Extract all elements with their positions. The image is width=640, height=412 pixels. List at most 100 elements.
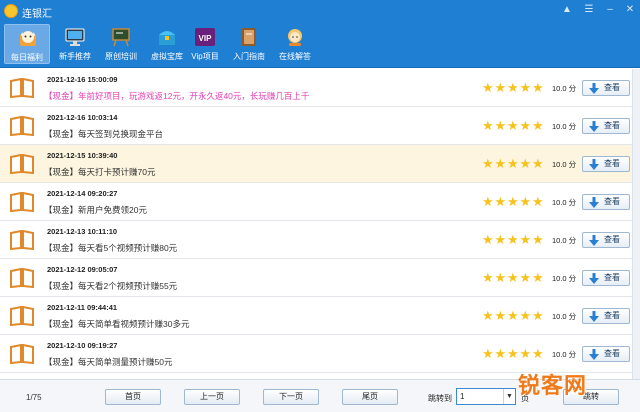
monitor-icon [65, 28, 85, 46]
tab-label: 新手推荐 [59, 52, 91, 61]
download-icon [589, 159, 599, 170]
list-item[interactable]: 2021-12-14 09:20:27 【现金】新用户免费领20元 ★★★★★ … [0, 183, 632, 221]
page-indicator: 1/75 [26, 393, 42, 402]
tab-newbie-recommend[interactable]: 新手推荐 [52, 24, 98, 64]
star-icon: ★ [532, 346, 544, 361]
item-title[interactable]: 【现金】新用户免费领20元 [44, 204, 147, 216]
list-item[interactable]: 2021-12-15 10:39:40 【现金】每天打卡预计赚70元 ★★★★★… [0, 145, 632, 183]
rating-stars: ★★★★★ [482, 347, 545, 361]
tab-vip-projects[interactable]: VIP Vip项目 [182, 24, 228, 64]
chevron-down-icon[interactable]: ▼ [503, 389, 515, 404]
star-icon: ★ [519, 156, 532, 171]
prev-page-button[interactable]: 上一页 [184, 389, 240, 405]
list-item[interactable]: 2021-12-16 15:00:09 【现金】年前好项目，玩游戏返12元，开永… [0, 69, 632, 107]
rating-stars: ★★★★★ [482, 81, 545, 95]
tab-label: 每日福利 [11, 53, 43, 62]
open-book-icon [10, 116, 34, 136]
star-icon: ★ [494, 194, 507, 209]
rating-stars: ★★★★★ [482, 157, 545, 171]
page-select-value: 1 [460, 392, 465, 401]
star-icon: ★ [494, 270, 507, 285]
item-date: 2021-12-16 10:03:14 [47, 113, 118, 122]
close-button[interactable]: ✕ [623, 3, 637, 17]
item-score: 10.0 分 [552, 84, 577, 93]
view-button[interactable]: 查看 [582, 308, 630, 324]
project-list: 2021-12-16 15:00:09 【现金】年前好项目，玩游戏返12元，开永… [0, 69, 632, 379]
minimize-button[interactable]: – [603, 3, 617, 17]
star-icon: ★ [482, 308, 494, 323]
tab-beginner-guide[interactable]: 入门指南 [226, 24, 272, 64]
view-label: 查看 [604, 197, 620, 206]
menu-icon[interactable]: ☰ [582, 3, 596, 17]
view-button[interactable]: 查看 [582, 270, 630, 286]
tab-label: 入门指南 [233, 52, 265, 61]
skin-icon[interactable]: ▲ [560, 3, 574, 17]
rating-stars: ★★★★★ [482, 309, 545, 323]
vip-badge-icon: VIP [195, 28, 215, 46]
view-button[interactable]: 查看 [582, 346, 630, 362]
list-item[interactable]: 2021-12-13 10:11:10 【现金】每天看5个视频预计赚80元 ★★… [0, 221, 632, 259]
page-select[interactable]: 1 ▼ [456, 388, 516, 405]
last-page-button[interactable]: 尾页 [342, 389, 398, 405]
star-icon: ★ [482, 80, 494, 95]
star-icon: ★ [507, 80, 519, 95]
star-icon: ★ [507, 232, 519, 247]
item-date: 2021-12-16 15:00:09 [47, 75, 118, 84]
item-title[interactable]: 【现金】每天简单看视频预计赚30多元 [44, 318, 189, 330]
title-bar: 连银汇 ▲ ☰ – ✕ [0, 0, 640, 22]
open-book-icon [10, 230, 34, 250]
cat-gift-icon [20, 31, 36, 46]
view-label: 查看 [604, 121, 620, 130]
view-button[interactable]: 查看 [582, 194, 630, 210]
item-title[interactable]: 【现金】每天看5个视频预计赚80元 [44, 242, 177, 254]
star-icon: ★ [507, 194, 519, 209]
view-label: 查看 [604, 235, 620, 244]
star-icon: ★ [519, 194, 532, 209]
guide-book-icon [242, 28, 256, 46]
item-title[interactable]: 【现金】每天签到兑换现金平台 [44, 128, 163, 140]
list-scrollbar[interactable] [632, 69, 640, 379]
list-item[interactable]: 2021-12-12 09:05:07 【现金】每天看2个视频预计赚55元 ★★… [0, 259, 632, 297]
tab-original-training[interactable]: 原创培训 [98, 24, 144, 64]
view-label: 查看 [604, 273, 620, 282]
item-title[interactable]: 【现金】每天打卡预计赚70元 [44, 166, 155, 178]
view-button[interactable]: 查看 [582, 80, 630, 96]
star-icon: ★ [519, 232, 532, 247]
tab-label: 原创培训 [105, 52, 137, 61]
open-book-icon [10, 78, 34, 98]
watermark-logo: 锐客网 [518, 373, 588, 398]
star-icon: ★ [519, 346, 532, 361]
view-button[interactable]: 查看 [582, 156, 630, 172]
view-button[interactable]: 查看 [582, 232, 630, 248]
item-title[interactable]: 【现金】每天看2个视频预计赚55元 [44, 280, 177, 292]
next-page-button[interactable]: 下一页 [263, 389, 319, 405]
star-icon: ★ [532, 80, 544, 95]
star-icon: ★ [532, 308, 544, 323]
star-icon: ★ [532, 156, 544, 171]
first-page-button[interactable]: 首页 [105, 389, 161, 405]
item-score: 10.0 分 [552, 122, 577, 131]
item-title[interactable]: 【现金】每天简单测量预计赚50元 [44, 356, 172, 368]
item-date: 2021-12-13 10:11:10 [47, 227, 118, 236]
star-icon: ★ [482, 270, 494, 285]
tab-online-answers[interactable]: 在线解答 [272, 24, 318, 64]
rating-stars: ★★★★★ [482, 271, 545, 285]
star-icon: ★ [494, 346, 507, 361]
star-icon: ★ [507, 270, 519, 285]
star-icon: ★ [494, 118, 507, 133]
tab-daily-welfare[interactable]: 每日福利 [4, 24, 50, 64]
item-title[interactable]: 【现金】年前好项目，玩游戏返12元，开永久返40元，长玩赚几百上千 [44, 90, 309, 102]
view-button[interactable]: 查看 [582, 118, 630, 134]
list-item[interactable]: 2021-12-16 10:03:14 【现金】每天签到兑换现金平台 ★★★★★… [0, 107, 632, 145]
view-label: 查看 [604, 83, 620, 92]
easel-board-icon [112, 28, 130, 47]
star-icon: ★ [494, 80, 507, 95]
rating-stars: ★★★★★ [482, 195, 545, 209]
open-book-icon [10, 154, 34, 174]
star-icon: ★ [494, 308, 507, 323]
list-item[interactable]: 2021-12-11 09:44:41 【现金】每天简单看视频预计赚30多元 ★… [0, 297, 632, 335]
item-score: 10.0 分 [552, 160, 577, 169]
star-icon: ★ [482, 346, 494, 361]
item-date: 2021-12-12 09:05:07 [47, 265, 118, 274]
star-icon: ★ [507, 118, 519, 133]
